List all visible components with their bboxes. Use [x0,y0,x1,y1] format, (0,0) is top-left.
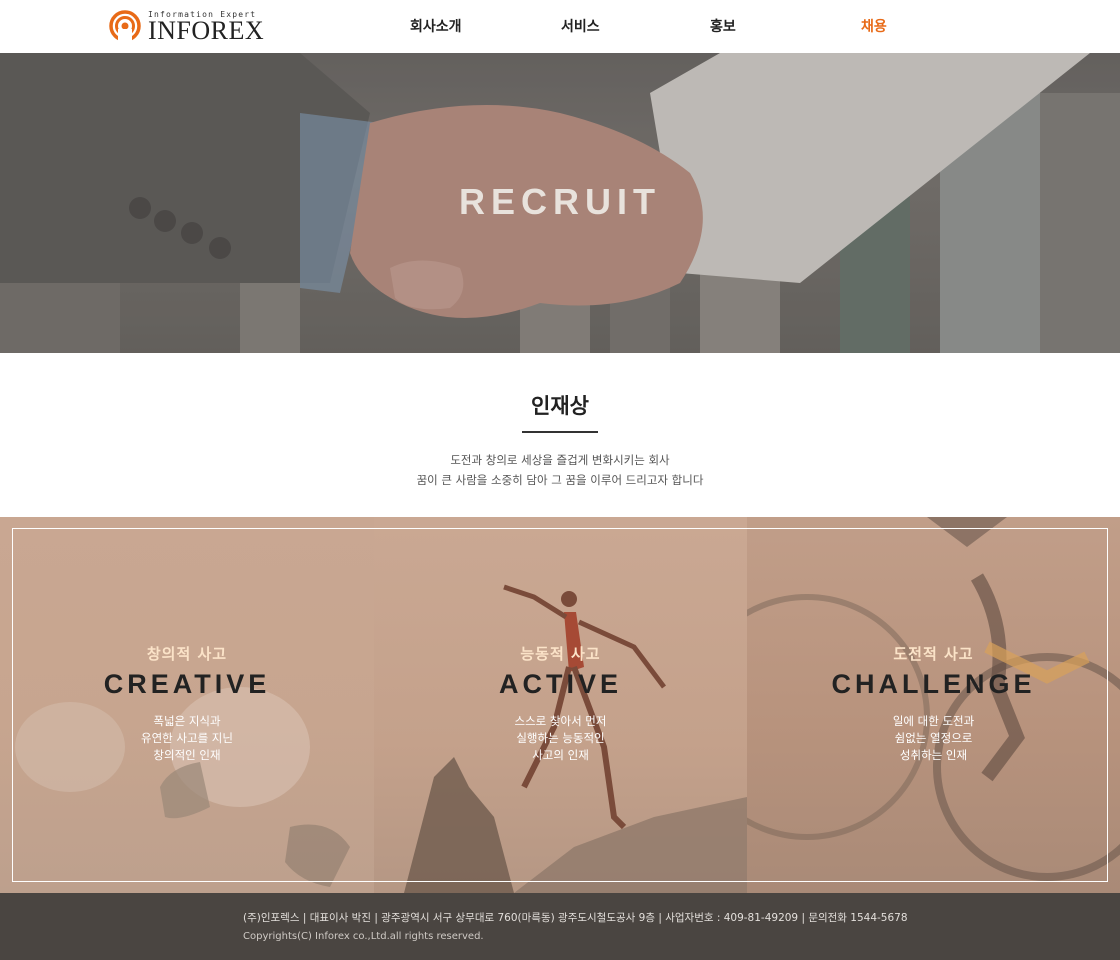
value-desc-line: 쉼없는 열정으로 [894,731,973,745]
main-nav: 회사소개 서비스 홍보 채용 [0,16,1120,38]
value-desc-line: 성취하는 인재 [899,748,968,762]
copyright: Copyrights(C) Inforex co.,Ltd.all rights… [243,931,484,942]
value-card-creative: 창의적 사고 CREATIVE 폭넓은 지식과 유연한 사고를 지닌 창의적인 … [0,517,374,893]
hero-title: RECRUIT [459,181,661,222]
site-header: Information Expert INFOREX 회사소개 서비스 홍보 채… [0,0,1120,53]
value-en-title: CREATIVE [103,669,271,699]
title-underline [522,431,598,433]
intro-line-2: 꿈이 큰 사람을 소중히 담아 그 꿈을 이루어 드리고자 합니다 [416,473,704,487]
value-desc-line: 유연한 사고를 지닌 [141,731,233,745]
value-desc-line: 실행하는 능동적인 [516,731,605,745]
company-info: (주)인포렉스 | 대표이사 박진 | 광주광역시 서구 상무대로 760(마륵… [243,912,908,924]
lightbulb-image [15,687,350,887]
value-en-title: ACTIVE [498,669,622,699]
value-en-title: CHALLENGE [831,669,1036,699]
nav-item-recruit[interactable]: 채용 [861,16,887,36]
value-desc-line: 스스로 찾아서 먼저 [514,714,607,728]
value-description: 일에 대한 도전과 쉼없는 열정으로 성취하는 인재 [747,713,1120,764]
intro-text: 도전과 창의로 세상을 즐겁게 변화시키는 회사 꿈이 큰 사람을 소중히 담아… [0,450,1120,490]
value-card-challenge: 도전적 사고 CHALLENGE 일에 대한 도전과 쉼없는 열정으로 성취하는… [747,517,1120,893]
nav-item-pr[interactable]: 홍보 [710,16,736,36]
value-ko-title: 창의적 사고 [146,645,228,663]
runner-image [404,584,747,893]
nav-item-company[interactable]: 회사소개 [410,16,462,36]
value-desc-line: 일에 대한 도전과 [892,714,975,728]
cyclist-image [747,517,1120,881]
value-description: 폭넓은 지식과 유연한 사고를 지닌 창의적인 인재 [0,713,374,764]
value-description: 스스로 찾아서 먼저 실행하는 능동적인 사고의 인재 [374,713,747,764]
section-title: 인재상 [531,394,589,418]
value-ko-title: 능동적 사고 [520,645,601,663]
value-ko-title: 도전적 사고 [893,645,974,663]
hero-banner: RECRUIT [0,53,1120,353]
intro-line-1: 도전과 창의로 세상을 즐겁게 변화시키는 회사 [450,453,670,467]
value-desc-line: 창의적인 인재 [153,748,221,762]
site-footer: (주)인포렉스 | 대표이사 박진 | 광주광역시 서구 상무대로 760(마륵… [0,893,1120,960]
nav-item-service[interactable]: 서비스 [561,16,600,36]
value-desc-line: 사고의 인재 [532,748,589,762]
value-card-active: 능동적 사고 ACTIVE 스스로 찾아서 먼저 실행하는 능동적인 사고의 인… [374,517,747,893]
value-desc-line: 폭넓은 지식과 [153,714,221,728]
talent-values: 창의적 사고 CREATIVE 폭넓은 지식과 유연한 사고를 지닌 창의적인 … [0,517,1120,893]
